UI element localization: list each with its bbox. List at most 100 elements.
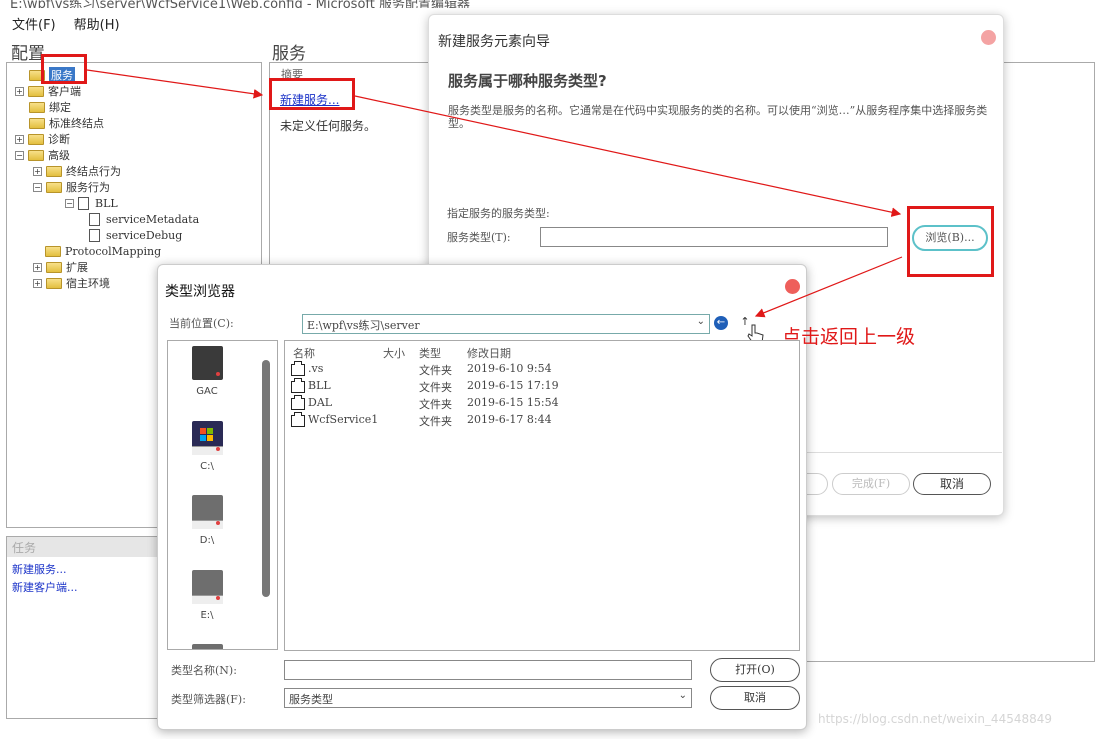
place-label: GAC — [196, 386, 218, 397]
watermark: https://blog.csdn.net/weixin_44548849 — [818, 712, 1053, 726]
folder-icon — [29, 101, 45, 113]
tree-node-bindings[interactable]: 绑定 — [29, 99, 71, 115]
chevron-down-icon: ⌄ — [678, 690, 687, 701]
highlight-browse-button — [907, 206, 994, 277]
folder-icon — [29, 117, 45, 129]
tree-node-clients[interactable]: + 客户端 — [15, 83, 81, 99]
open-button[interactable]: 打开(O) — [710, 658, 800, 682]
folder-icon — [291, 395, 305, 410]
wizard-cancel-button[interactable]: 取消 — [913, 473, 991, 495]
folder-icon — [46, 261, 62, 273]
tree-node-label: ProtocolMapping — [65, 244, 162, 258]
window-title-bar: E:\wpf\vs练习\server\WcfService1\Web.confi… — [0, 0, 1095, 8]
expand-icon[interactable]: + — [15, 86, 24, 96]
folder-icon — [28, 149, 44, 161]
type-filter-value: 服务类型 — [289, 693, 333, 706]
no-services-text: 未定义任何服务。 — [280, 119, 377, 133]
tree-node-hosting-environment[interactable]: + 宿主环境 — [33, 275, 110, 291]
collapse-icon[interactable]: − — [33, 182, 42, 192]
expand-icon[interactable]: + — [33, 262, 42, 272]
location-select[interactable]: E:\wpf\vs练习\server ⌄ — [302, 314, 710, 334]
file-name[interactable]: DAL — [308, 396, 332, 412]
document-icon — [89, 212, 100, 226]
folder-icon — [46, 277, 62, 289]
place-drive-c[interactable]: C:\ — [168, 421, 247, 472]
tree-node-service-metadata[interactable]: serviceMetadata — [89, 211, 199, 227]
chevron-down-icon: ⌄ — [696, 316, 705, 327]
file-modified: 2019-6-17 8:44 — [467, 413, 552, 426]
tree-node-label: BLL — [95, 196, 118, 210]
menu-bar: 文件(F) 帮助(H) — [0, 14, 120, 34]
specify-type-label: 指定服务的服务类型: — [447, 207, 550, 220]
file-name[interactable]: .vs — [308, 362, 323, 378]
folder-icon — [28, 85, 44, 97]
expand-icon[interactable]: + — [33, 278, 42, 288]
location-label: 当前位置(C): — [169, 317, 234, 330]
column-header-type[interactable]: 类型 — [419, 345, 441, 361]
file-name[interactable]: BLL — [308, 379, 331, 395]
services-heading: 服务 — [272, 44, 306, 64]
type-name-input[interactable] — [284, 660, 692, 680]
column-header-modified[interactable]: 修改日期 — [467, 345, 511, 361]
tree-node-label: 高级 — [48, 149, 70, 162]
expand-icon[interactable]: + — [33, 166, 42, 176]
tree-node-standard-endpoints[interactable]: 标准终结点 — [29, 115, 104, 131]
file-modified: 2019-6-15 15:54 — [467, 396, 559, 409]
folder-icon — [46, 165, 62, 177]
file-type: 文件夹 — [419, 398, 452, 411]
tree-node-label: 宿主环境 — [66, 277, 110, 290]
place-drive-next[interactable] — [168, 644, 247, 649]
menu-help[interactable]: 帮助(H) — [74, 14, 120, 34]
drive-icon — [191, 644, 223, 649]
folder-icon — [46, 181, 62, 193]
tree-node-extensions[interactable]: + 扩展 — [33, 259, 88, 275]
cancel-button[interactable]: 取消 — [710, 686, 800, 710]
place-label: D:\ — [199, 535, 215, 546]
expand-icon[interactable]: + — [15, 134, 24, 144]
collapse-icon[interactable]: − — [15, 150, 24, 160]
type-filter-select[interactable]: 服务类型 ⌄ — [284, 688, 692, 708]
highlight-new-service-link — [269, 78, 355, 110]
column-header-name[interactable]: 名称 — [293, 345, 315, 361]
task-new-service-link[interactable]: 新建服务... — [12, 561, 67, 577]
file-type: 文件夹 — [419, 381, 452, 394]
column-header-size[interactable]: 大小 — [383, 345, 405, 361]
tree-node-diagnostics[interactable]: + 诊断 — [15, 131, 70, 147]
wizard-close-button[interactable] — [981, 30, 996, 45]
back-arrow-icon[interactable]: ← — [714, 316, 728, 330]
tree-node-service-debug[interactable]: serviceDebug — [89, 227, 182, 243]
service-type-input[interactable] — [540, 227, 888, 247]
type-name-label: 类型名称(N): — [171, 664, 237, 677]
tree-node-protocol-mapping[interactable]: ProtocolMapping — [45, 243, 161, 259]
tree-node-bll[interactable]: − BLL — [65, 195, 118, 211]
place-drive-d[interactable]: D:\ — [168, 495, 247, 546]
folder-icon — [291, 378, 305, 393]
task-new-client-link[interactable]: 新建客户端... — [12, 579, 78, 595]
place-label: E:\ — [200, 610, 214, 621]
folder-icon — [28, 133, 44, 145]
tree-node-label: serviceMetadata — [106, 212, 200, 226]
document-icon — [89, 228, 100, 242]
type-browser-close-button[interactable] — [785, 279, 800, 294]
wizard-description: 服务类型是服务的名称。它通常是在代码中实现服务的类的名称。可以使用“浏览…”从服… — [448, 104, 988, 130]
type-browser-title: 类型浏览器 — [165, 284, 235, 300]
file-name[interactable]: WcfService1 — [308, 413, 378, 429]
behavior-icon — [78, 196, 89, 210]
places-scrollbar[interactable] — [262, 360, 270, 597]
gac-icon — [191, 346, 223, 380]
place-gac[interactable]: GAC — [168, 346, 247, 397]
tree-node-endpoint-behaviors[interactable]: + 终结点行为 — [33, 163, 121, 179]
annotation-text: 点击返回上一级 — [782, 326, 916, 348]
menu-file[interactable]: 文件(F) — [12, 14, 56, 34]
place-label: C:\ — [200, 461, 214, 472]
wizard-finish-button[interactable]: 完成(F) — [832, 473, 910, 495]
tree-node-label: 标准终结点 — [49, 117, 104, 130]
tree-node-label: 扩展 — [66, 261, 88, 274]
place-drive-e[interactable]: E:\ — [168, 570, 247, 621]
folder-icon — [291, 361, 305, 376]
tree-node-advanced[interactable]: − 高级 — [15, 147, 70, 163]
tree-node-service-behaviors[interactable]: − 服务行为 — [33, 179, 110, 195]
file-modified: 2019-6-10 9:54 — [467, 362, 552, 375]
collapse-icon[interactable]: − — [65, 198, 74, 208]
file-type: 文件夹 — [419, 364, 452, 377]
